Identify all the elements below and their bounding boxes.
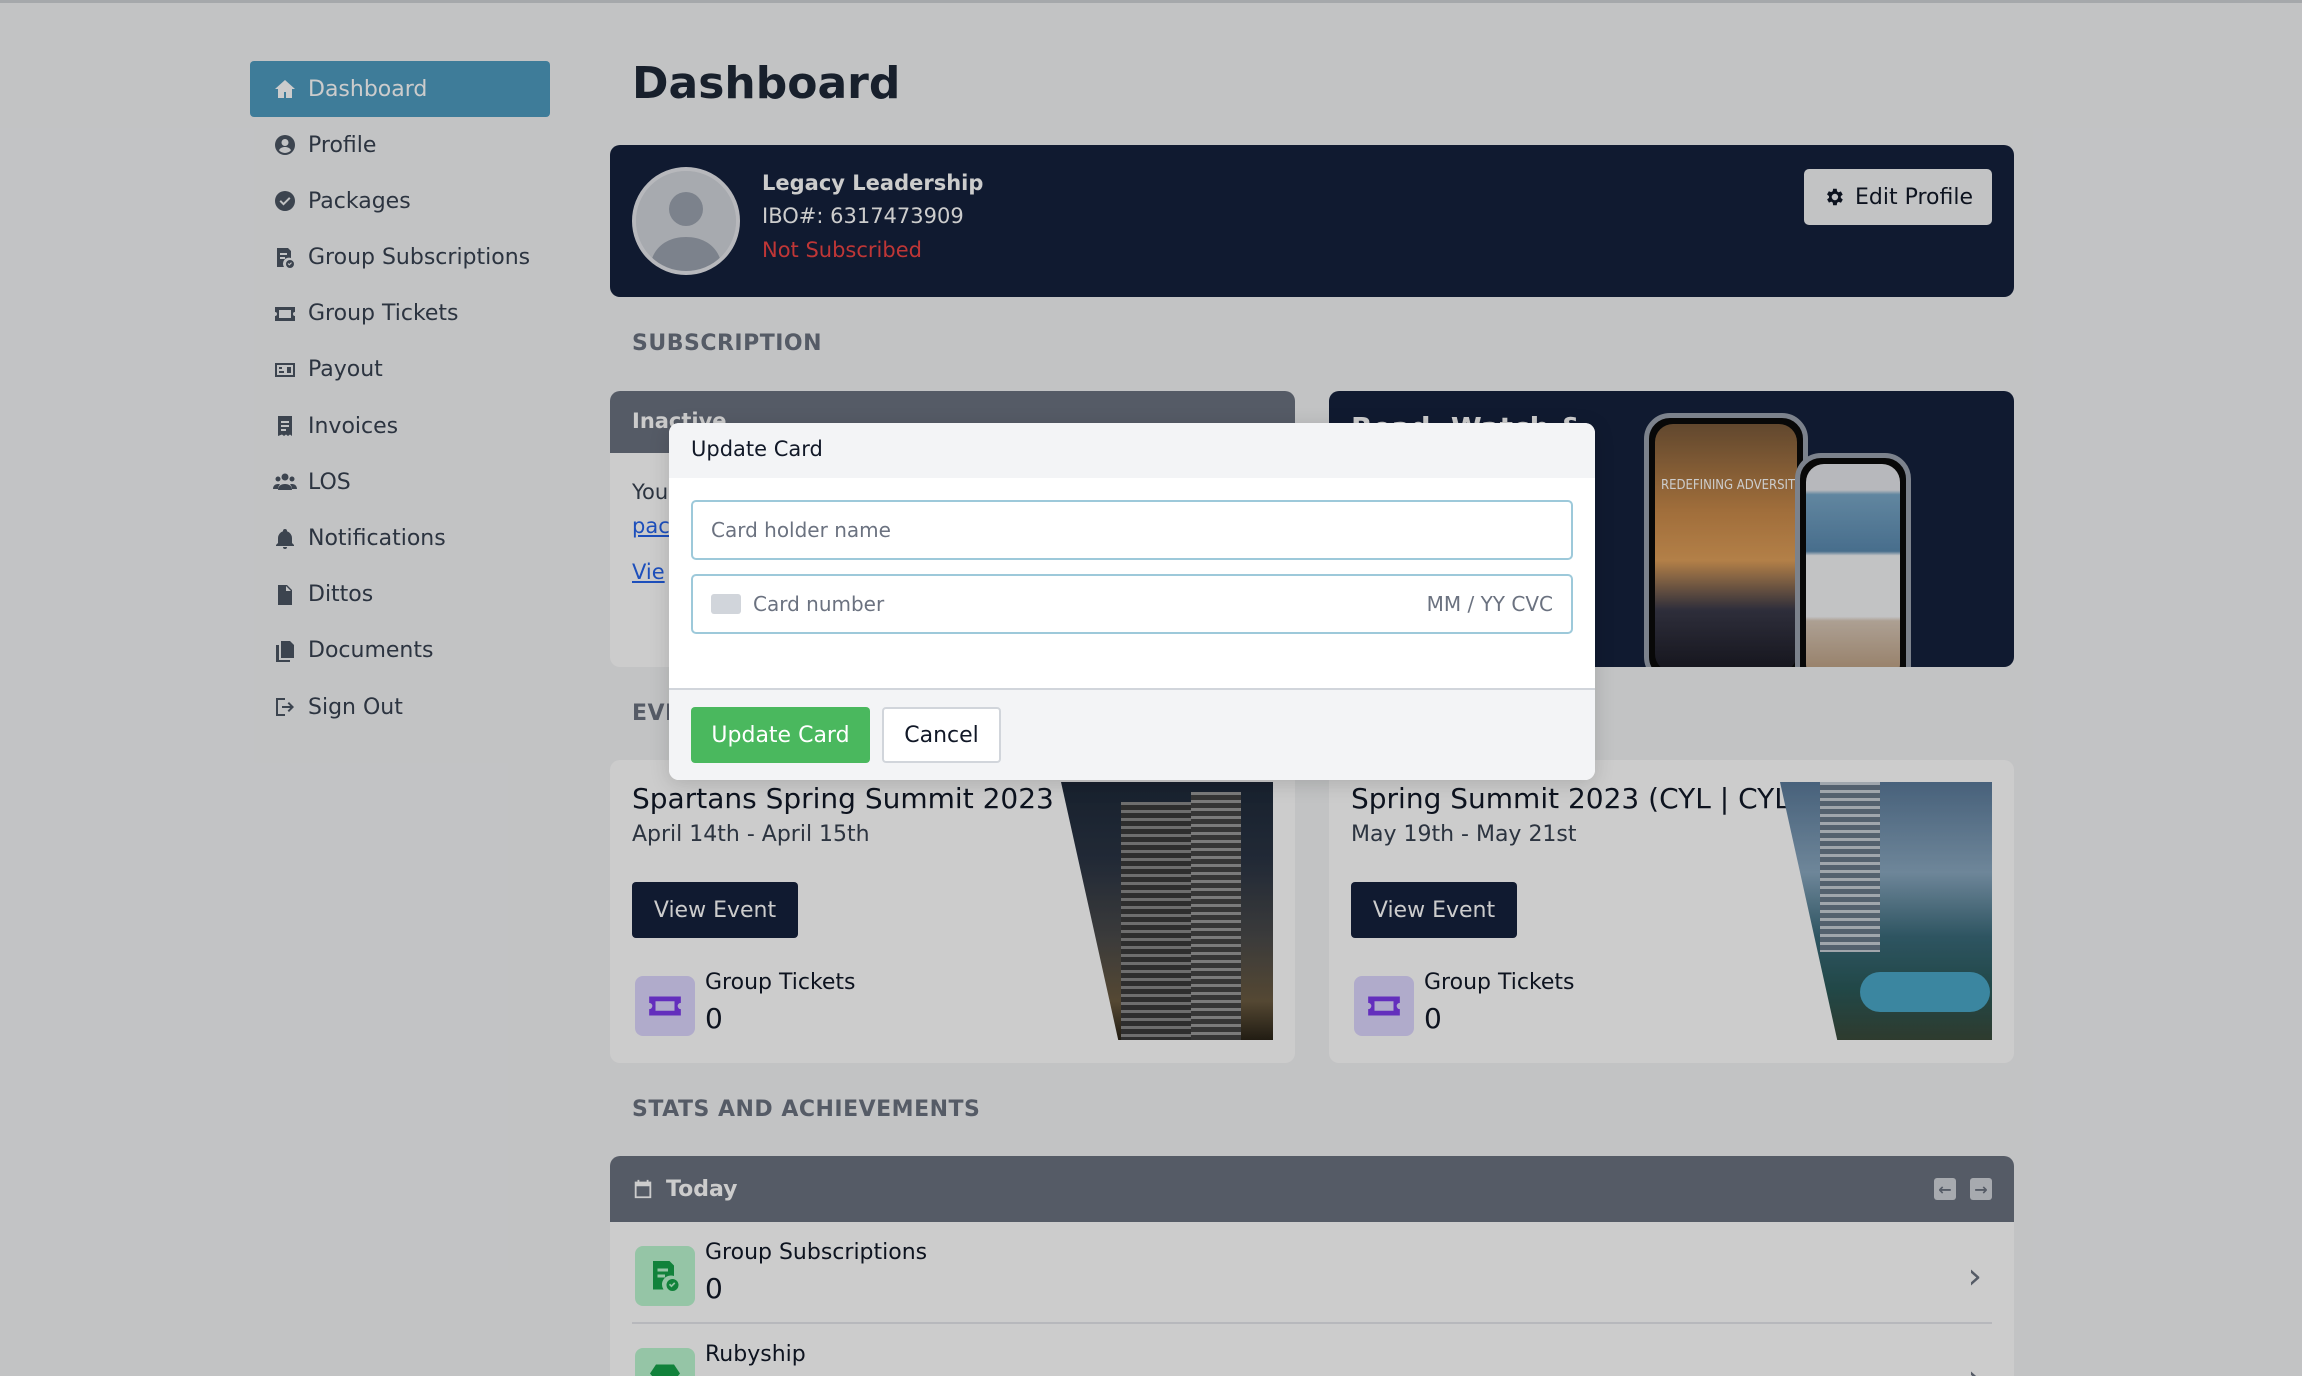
- card-number-placeholder: Card number: [753, 592, 885, 616]
- card-number-input[interactable]: Card number MM / YY CVC: [691, 574, 1573, 634]
- modal-title: Update Card: [669, 423, 1595, 478]
- cancel-button[interactable]: Cancel: [882, 707, 1001, 763]
- update-card-modal: Update Card Card holder name Card number…: [669, 423, 1595, 780]
- expiry-cvc-placeholder[interactable]: MM / YY CVC: [1427, 592, 1553, 616]
- card-holder-placeholder: Card holder name: [711, 518, 891, 542]
- card-holder-name-input[interactable]: Card holder name: [691, 500, 1573, 560]
- update-card-button[interactable]: Update Card: [691, 707, 870, 763]
- credit-card-icon: [711, 594, 741, 614]
